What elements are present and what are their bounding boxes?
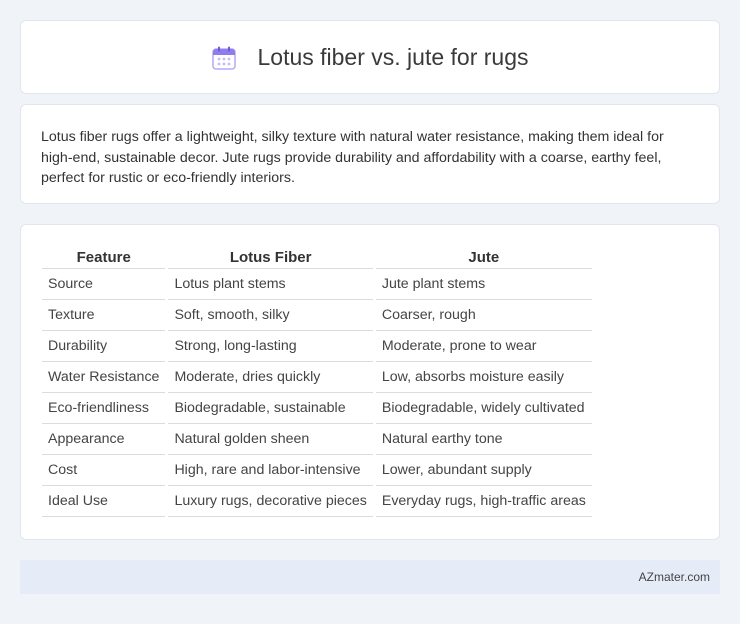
footer-bar: AZmater.com	[20, 560, 720, 594]
table-row: Appearance Natural golden sheen Natural …	[42, 424, 592, 455]
page-title: Lotus fiber vs. jute for rugs	[257, 43, 529, 70]
header-card: Lotus fiber vs. jute for rugs	[20, 20, 720, 94]
jute-cell: Moderate, prone to wear	[375, 331, 592, 362]
comparison-card: Feature Lotus Fiber Jute Source Lotus pl…	[20, 224, 720, 540]
footer-source-link[interactable]: AZmater.com	[639, 570, 710, 584]
lotus-fiber-cell: Strong, long-lasting	[168, 331, 373, 362]
calendar-icon	[211, 45, 237, 71]
table-row: Texture Soft, smooth, silky Coarser, rou…	[42, 300, 592, 331]
lotus-fiber-cell: Lotus plant stems	[168, 269, 373, 300]
feature-cell: Eco-friendliness	[42, 393, 166, 424]
jute-cell: Jute plant stems	[375, 269, 592, 300]
comparison-table: Feature Lotus Fiber Jute Source Lotus pl…	[39, 247, 595, 517]
lotus-fiber-cell: Soft, smooth, silky	[168, 300, 373, 331]
lotus-fiber-cell: Moderate, dries quickly	[168, 362, 373, 393]
jute-cell: Low, absorbs moisture easily	[375, 362, 592, 393]
feature-cell: Source	[42, 269, 166, 300]
jute-cell: Natural earthy tone	[375, 424, 592, 455]
column-header-jute: Jute	[375, 247, 592, 269]
table-row: Water Resistance Moderate, dries quickly…	[42, 362, 592, 393]
feature-cell: Durability	[42, 331, 166, 362]
feature-cell: Texture	[42, 300, 166, 331]
column-header-lotus-fiber: Lotus Fiber	[168, 247, 373, 269]
intro-card: Lotus fiber rugs offer a lightweight, si…	[20, 104, 720, 204]
table-header-row: Feature Lotus Fiber Jute	[42, 247, 592, 269]
feature-cell: Water Resistance	[42, 362, 166, 393]
lotus-fiber-cell: Biodegradable, sustainable	[168, 393, 373, 424]
lotus-fiber-cell: Luxury rugs, decorative pieces	[168, 486, 373, 517]
table-row: Source Lotus plant stems Jute plant stem…	[42, 269, 592, 300]
feature-cell: Appearance	[42, 424, 166, 455]
feature-cell: Cost	[42, 455, 166, 486]
jute-cell: Everyday rugs, high-traffic areas	[375, 486, 592, 517]
table-row: Eco-friendliness Biodegradable, sustaina…	[42, 393, 592, 424]
table-row: Cost High, rare and labor-intensive Lowe…	[42, 455, 592, 486]
table-row: Durability Strong, long-lasting Moderate…	[42, 331, 592, 362]
column-header-feature: Feature	[42, 247, 166, 269]
jute-cell: Lower, abundant supply	[375, 455, 592, 486]
feature-cell: Ideal Use	[42, 486, 166, 517]
jute-cell: Biodegradable, widely cultivated	[375, 393, 592, 424]
table-row: Ideal Use Luxury rugs, decorative pieces…	[42, 486, 592, 517]
intro-text: Lotus fiber rugs offer a lightweight, si…	[41, 129, 664, 186]
jute-cell: Coarser, rough	[375, 300, 592, 331]
lotus-fiber-cell: Natural golden sheen	[168, 424, 373, 455]
lotus-fiber-cell: High, rare and labor-intensive	[168, 455, 373, 486]
